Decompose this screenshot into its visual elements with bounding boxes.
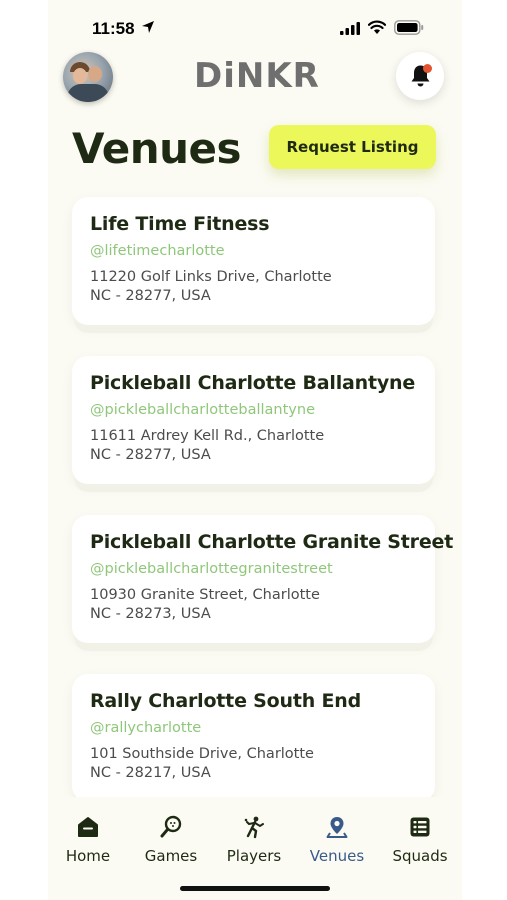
status-bar: 11:58 [48, 0, 462, 52]
cellular-signal-icon [340, 22, 360, 35]
tab-label: Venues [309, 847, 365, 865]
venue-address: 101 Southside Drive, Charlotte NC - 2821… [90, 745, 417, 783]
venue-card[interactable]: Pickleball Charlotte Ballantyne @pickleb… [72, 356, 435, 484]
tab-squads[interactable]: Squads [380, 815, 460, 865]
bottom-tab-bar: Home Games Players Venues Squads [48, 797, 462, 900]
player-icon [244, 816, 264, 839]
phone-screen: 11:58 DiNKR Venues Request Listing Life … [48, 0, 462, 900]
tab-label: Squads [392, 847, 448, 865]
venue-handle: @rallycharlotte [90, 720, 202, 736]
venue-card[interactable]: Pickleball Charlotte Granite Street @pic… [72, 515, 454, 643]
venue-address-line1: 11220 Golf Links Drive, Charlotte [90, 269, 332, 285]
venue-address-line2: NC - 28217, USA [90, 765, 211, 781]
venue-address-line1: 11611 Ardrey Kell Rd., Charlotte [90, 428, 325, 444]
venue-address-line2: NC - 28273, USA [90, 606, 211, 622]
list-icon [410, 817, 430, 837]
battery-icon [394, 20, 424, 35]
page-title: Venues [72, 124, 241, 173]
venue-address-line2: NC - 28277, USA [90, 447, 211, 463]
venue-address: 11220 Golf Links Drive, Charlotte NC - 2… [90, 268, 417, 306]
location-arrow-icon [142, 21, 154, 33]
request-listing-button[interactable]: Request Listing [269, 125, 436, 169]
tab-players[interactable]: Players [214, 815, 294, 865]
tab-venues[interactable]: Venues [297, 815, 377, 865]
venue-name: Pickleball Charlotte Ballantyne [90, 372, 416, 394]
venue-address: 10930 Granite Street, Charlotte NC - 282… [90, 586, 417, 624]
home-indicator [180, 886, 330, 891]
venue-handle: @pickleballcharlottegranitestreet [90, 561, 333, 577]
tab-label: Games [144, 847, 198, 865]
venue-address: 11611 Ardrey Kell Rd., Charlotte NC - 28… [90, 427, 417, 465]
tab-label: Home [65, 847, 111, 865]
wifi-icon [368, 20, 386, 34]
venue-name: Rally Charlotte South End [90, 690, 361, 712]
status-time: 11:58 [92, 19, 135, 38]
paddle-icon [160, 815, 182, 838]
notifications-button[interactable] [396, 52, 444, 100]
venue-card[interactable]: Rally Charlotte South End @rallycharlott… [72, 674, 435, 802]
notification-dot [423, 64, 432, 73]
venue-address-line1: 10930 Granite Street, Charlotte [90, 587, 320, 603]
location-pin-icon [326, 817, 348, 838]
venue-handle: @pickleballcharlotteballantyne [90, 402, 315, 418]
profile-avatar[interactable] [63, 52, 113, 102]
tab-label: Players [226, 847, 282, 865]
venue-address-line1: 101 Southside Drive, Charlotte [90, 746, 314, 762]
venue-address-line2: NC - 28277, USA [90, 288, 211, 304]
venue-card[interactable]: Life Time Fitness @lifetimecharlotte 112… [72, 197, 435, 325]
tab-games[interactable]: Games [131, 815, 211, 865]
venue-name: Life Time Fitness [90, 213, 270, 235]
venue-name: Pickleball Charlotte Granite Street [90, 531, 454, 553]
tab-home[interactable]: Home [48, 815, 128, 865]
venue-handle: @lifetimecharlotte [90, 243, 225, 259]
app-logo: DiNKR [194, 56, 320, 96]
venue-list[interactable]: Life Time Fitness @lifetimecharlotte 112… [48, 197, 462, 802]
home-icon [78, 817, 98, 837]
